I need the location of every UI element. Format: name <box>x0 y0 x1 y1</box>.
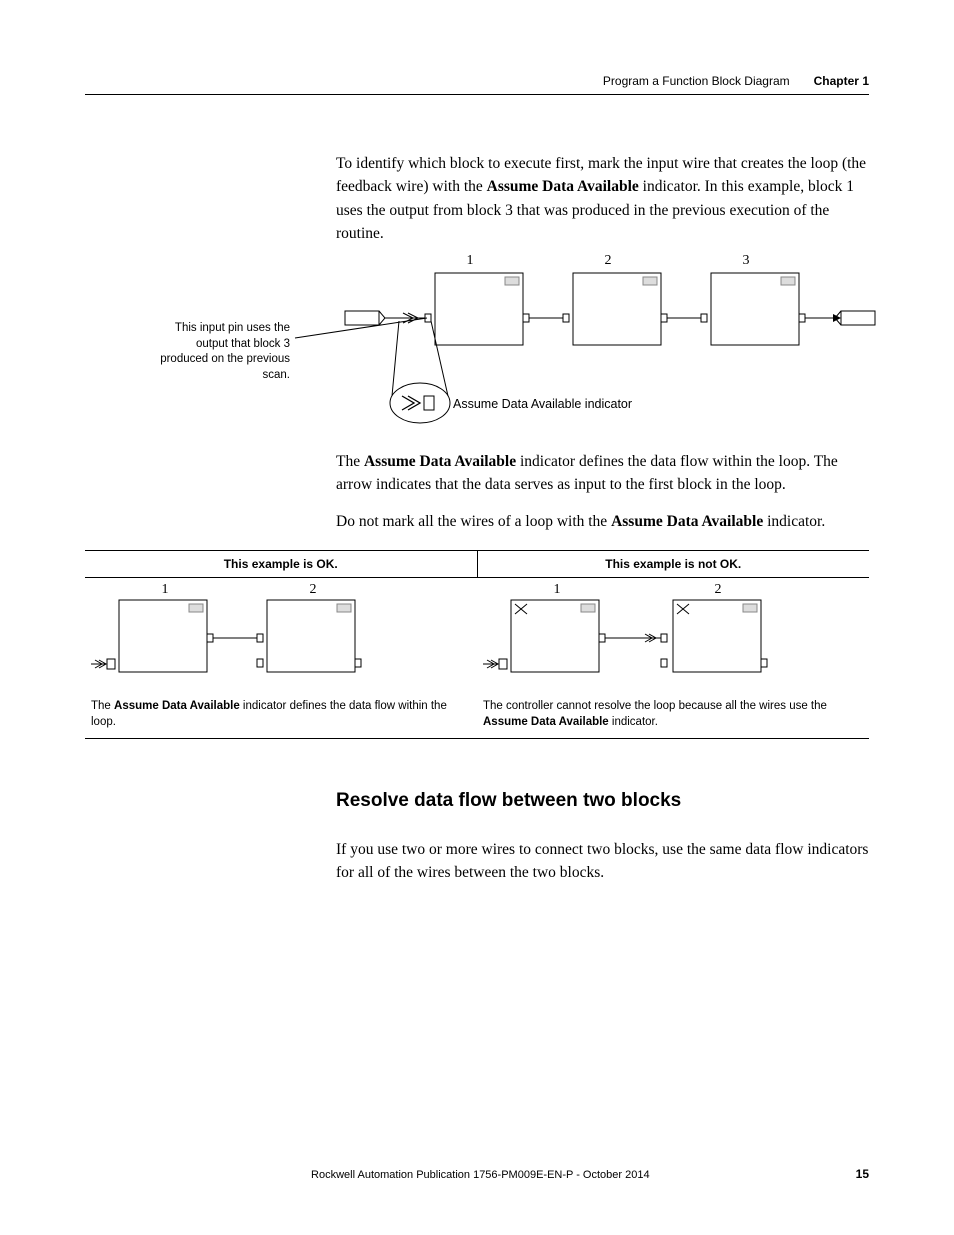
ok-num-2: 2 <box>303 582 323 598</box>
para1-bold: Assume Data Available <box>487 178 639 195</box>
notok-cap-pre: The controller cannot resolve the loop b… <box>483 700 827 712</box>
notok-cap-post: indicator. <box>609 716 658 728</box>
ok-cap-bold: Assume Data Available <box>114 700 240 712</box>
notok-cap-bold: Assume Data Available <box>483 716 609 728</box>
page-footer: Rockwell Automation Publication 1756-PM0… <box>85 1167 869 1181</box>
breadcrumb: Program a Function Block Diagram <box>603 74 790 88</box>
header-not-ok: This example is not OK. <box>478 551 870 577</box>
examples-table: This example is OK. This example is not … <box>85 550 869 739</box>
table-body-row: 1 2 <box>85 578 869 738</box>
section-heading: Resolve data flow between two blocks <box>336 790 681 812</box>
example-ok-svg <box>91 582 471 690</box>
para3-bold: Assume Data Available <box>611 513 763 530</box>
paragraph-1: To identify which block to execute first… <box>336 152 869 245</box>
paragraph-4: If you use two or more wires to connect … <box>336 838 869 885</box>
ok-num-1: 1 <box>155 582 175 598</box>
para3-pre: Do not mark all the wires of a loop with… <box>336 513 611 530</box>
example-ok-cell: 1 2 <box>85 578 477 738</box>
example-not-ok-svg <box>483 582 863 690</box>
publication-info: Rockwell Automation Publication 1756-PM0… <box>105 1169 856 1181</box>
not-ok-caption: The controller cannot resolve the loop b… <box>483 698 863 730</box>
notok-num-1: 1 <box>547 582 567 598</box>
para3-post: indicator. <box>763 513 825 530</box>
ok-caption: The Assume Data Available indicator defi… <box>91 698 471 730</box>
paragraph-2: The Assume Data Available indicator defi… <box>336 450 869 497</box>
notok-num-2: 2 <box>708 582 728 598</box>
chapter-label: Chapter 1 <box>814 74 869 88</box>
diagram-svg <box>85 253 875 433</box>
header-ok: This example is OK. <box>85 551 477 577</box>
page-header: Program a Function Block Diagram Chapter… <box>85 74 869 95</box>
ok-cap-pre: The <box>91 700 114 712</box>
para2-pre: The <box>336 453 364 470</box>
page-number: 15 <box>856 1167 869 1181</box>
para2-bold: Assume Data Available <box>364 453 516 470</box>
diagram-feedback-loop: This input pin uses the output that bloc… <box>85 253 869 428</box>
table-header-row: This example is OK. This example is not … <box>85 551 869 578</box>
paragraph-3: Do not mark all the wires of a loop with… <box>336 510 869 533</box>
example-not-ok-cell: 1 2 <box>477 578 869 738</box>
